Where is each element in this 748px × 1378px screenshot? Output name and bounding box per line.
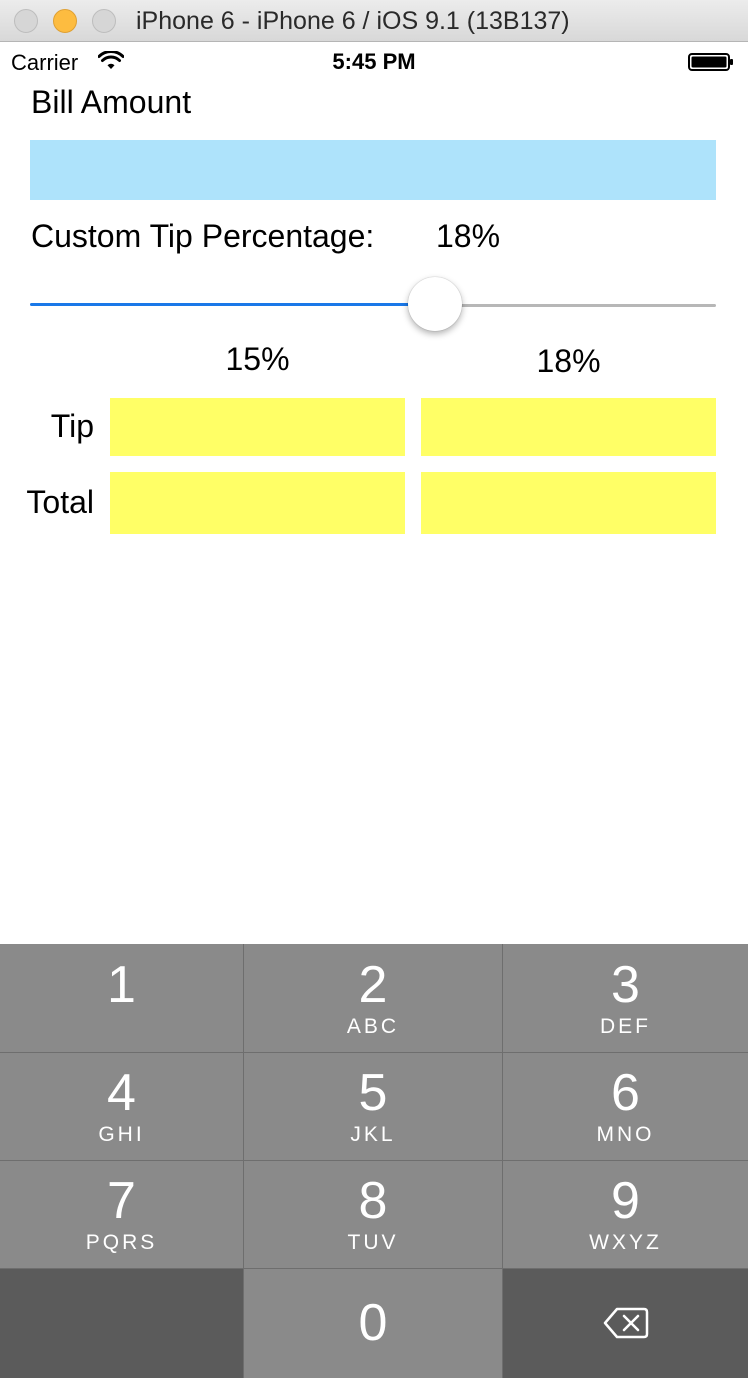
simulator-title-bar: iPhone 6 - iPhone 6 / iOS 9.1 (13B137) xyxy=(0,0,748,42)
keypad-divider xyxy=(0,1160,748,1161)
keypad-divider xyxy=(243,944,244,1378)
key-9[interactable]: 9 WXYZ xyxy=(503,1161,748,1268)
key-letters: GHI xyxy=(98,1123,145,1146)
key-digit: 1 xyxy=(107,956,136,1014)
key-digit: 4 xyxy=(107,1064,136,1122)
key-digit: 9 xyxy=(611,1172,640,1230)
bill-amount-input[interactable] xyxy=(30,140,716,200)
column-header-15: 15% xyxy=(225,341,290,377)
key-4[interactable]: 4 GHI xyxy=(0,1053,243,1160)
window-title: iPhone 6 - iPhone 6 / iOS 9.1 (13B137) xyxy=(136,7,570,35)
key-7[interactable]: 7 PQRS xyxy=(0,1161,243,1268)
slider-thumb[interactable] xyxy=(408,277,462,331)
status-time: 5:45 PM xyxy=(332,49,416,74)
key-digit: 3 xyxy=(611,956,640,1014)
key-digit: 8 xyxy=(358,1172,388,1230)
key-digit: 0 xyxy=(358,1294,388,1352)
bill-amount-label: Bill Amount xyxy=(31,84,192,120)
status-bar: Carrier 5:45 PM xyxy=(0,43,748,83)
number-keypad: 1 2 ABC 3 DEF 4 GHI 5 JKL 6 MNO 7 PQRS 8… xyxy=(0,944,748,1378)
key-0[interactable]: 0 xyxy=(244,1269,502,1378)
window-zoom-button[interactable] xyxy=(92,9,116,33)
tip-custom-field xyxy=(421,398,716,456)
key-8[interactable]: 8 TUV xyxy=(244,1161,502,1268)
key-letters: TUV xyxy=(347,1231,399,1254)
column-header-custom: 18% xyxy=(536,343,601,379)
tip-15-field xyxy=(110,398,405,456)
key-letters: ABC xyxy=(346,1015,400,1038)
total-custom-field xyxy=(421,472,716,534)
custom-tip-label: Custom Tip Percentage: xyxy=(31,218,375,254)
keypad-divider xyxy=(0,1268,748,1269)
total-row-label: Total xyxy=(26,484,94,520)
key-1[interactable]: 1 xyxy=(0,944,243,1052)
key-6[interactable]: 6 MNO xyxy=(503,1053,748,1160)
total-15-field xyxy=(110,472,405,534)
keypad-divider xyxy=(0,1052,748,1053)
backspace-icon xyxy=(603,1307,649,1339)
window-close-button[interactable] xyxy=(14,9,38,33)
battery-icon xyxy=(688,53,733,71)
window-minimize-button[interactable] xyxy=(53,9,77,33)
keypad-divider xyxy=(502,944,503,1378)
key-letters: WXYZ xyxy=(589,1231,662,1254)
key-letters: MNO xyxy=(596,1123,655,1146)
slider-min-track xyxy=(30,303,435,306)
key-letters: JKL xyxy=(350,1123,396,1146)
key-digit: 2 xyxy=(358,956,388,1014)
custom-tip-slider[interactable] xyxy=(30,276,716,334)
slider-max-track xyxy=(435,304,716,307)
key-digit: 5 xyxy=(358,1064,388,1122)
delete-key[interactable] xyxy=(503,1269,748,1378)
key-5[interactable]: 5 JKL xyxy=(244,1053,502,1160)
tip-row-label: Tip xyxy=(50,408,94,444)
key-letters: PQRS xyxy=(85,1231,158,1254)
key-digit: 6 xyxy=(611,1064,640,1122)
key-2[interactable]: 2 ABC xyxy=(244,944,502,1052)
custom-tip-value: 18% xyxy=(436,218,501,254)
key-3[interactable]: 3 DEF xyxy=(503,944,748,1052)
key-letters: DEF xyxy=(600,1015,651,1038)
key-digit: 7 xyxy=(107,1172,136,1230)
keypad-empty-key xyxy=(0,1269,243,1378)
